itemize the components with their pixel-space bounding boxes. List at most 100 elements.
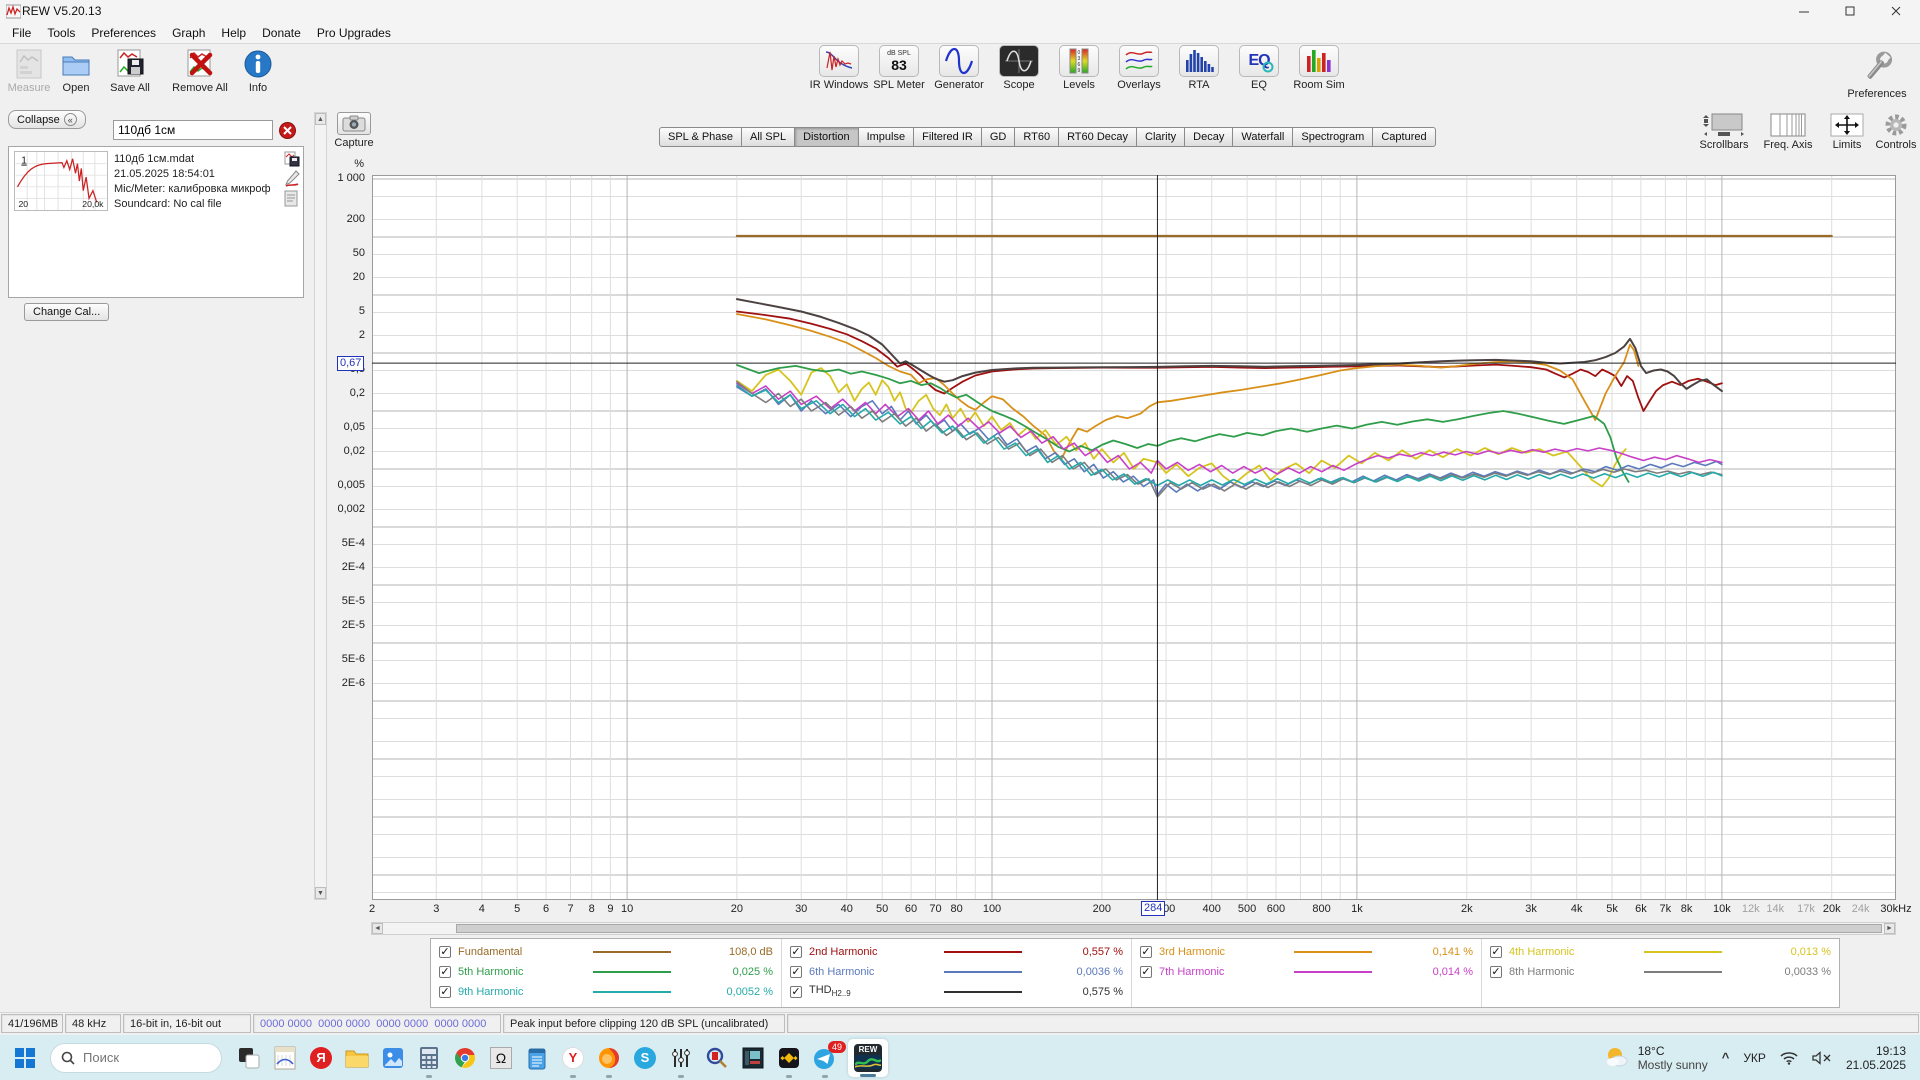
weather-widget[interactable]: 18°C Mostly sunny: [1604, 1044, 1708, 1072]
eq-button[interactable]: EQ EQ: [1230, 45, 1288, 91]
tray-clock[interactable]: 19:13 21.05.2025: [1846, 1044, 1906, 1072]
checkbox-2nd-harmonic[interactable]: ✓: [790, 946, 802, 958]
measurement-name-input[interactable]: [113, 120, 273, 140]
tab-spectrogram[interactable]: Spectrogram: [1292, 127, 1373, 147]
wifi-icon[interactable]: [1780, 1051, 1798, 1065]
tab-captured[interactable]: Captured: [1372, 127, 1435, 147]
tab-all-spl[interactable]: All SPL: [741, 127, 795, 147]
volume-muted-icon[interactable]: [1812, 1051, 1832, 1065]
telegram-icon[interactable]: 49: [812, 1045, 838, 1071]
photos-icon[interactable]: [380, 1045, 406, 1071]
taskbar-search[interactable]: [50, 1043, 222, 1073]
notepad-icon[interactable]: [524, 1045, 550, 1071]
rew-taskbar-button[interactable]: REW: [848, 1039, 888, 1077]
maximize-button[interactable]: [1827, 0, 1873, 22]
calculator-icon[interactable]: [416, 1045, 442, 1071]
rta-button[interactable]: RTA: [1170, 45, 1228, 91]
chrome-icon[interactable]: [452, 1045, 478, 1071]
yandex-browser-icon[interactable]: Y: [560, 1045, 586, 1071]
limits-button[interactable]: Limits: [1821, 113, 1873, 151]
tab-rt60-decay[interactable]: RT60 Decay: [1058, 127, 1137, 147]
edit-pen-icon[interactable]: [284, 170, 300, 188]
key-finder-icon[interactable]: [704, 1045, 730, 1071]
menu-preferences[interactable]: Preferences: [83, 23, 164, 43]
tray-chevron[interactable]: ^: [1722, 1050, 1730, 1065]
scroll-right-arrow[interactable]: ►: [1884, 923, 1895, 934]
spl-meter-button[interactable]: dB SPL 83 SPL Meter: [870, 45, 928, 91]
ir-windows-button[interactable]: IR Windows: [810, 45, 868, 91]
x-tick-label: 20k: [1823, 903, 1841, 915]
preferences-button[interactable]: Preferences: [1842, 50, 1912, 100]
checkbox-9th-harmonic[interactable]: ✓: [439, 986, 451, 998]
menu-donate[interactable]: Donate: [254, 23, 309, 43]
delete-measurement-button[interactable]: [279, 122, 296, 139]
yandex-icon[interactable]: Я: [308, 1045, 334, 1071]
tab-gd[interactable]: GD: [981, 127, 1016, 147]
levels-button[interactable]: 0369 Levels: [1050, 45, 1108, 91]
tab-filtered-ir[interactable]: Filtered IR: [913, 127, 982, 147]
save-measurement-icon[interactable]: [284, 151, 300, 167]
close-button[interactable]: [1873, 0, 1919, 22]
video-editor-icon[interactable]: [740, 1045, 766, 1071]
y-axis-labels: 1 0002005020520,50,20,050,020,0050,0025E…: [300, 175, 368, 900]
task-view-icon[interactable]: [236, 1045, 262, 1071]
checkbox-5th-harmonic[interactable]: ✓: [439, 966, 451, 978]
capture-button[interactable]: Capture: [332, 112, 376, 149]
checkbox-3rd-harmonic[interactable]: ✓: [1140, 946, 1152, 958]
y-tick-label: 0,02: [344, 445, 365, 457]
open-button[interactable]: Open: [54, 48, 98, 94]
tab-clarity[interactable]: Clarity: [1136, 127, 1185, 147]
measurement-row[interactable]: 1 20 20,0k 110дб 1см.mdat 21.05.2025 18:…: [10, 148, 302, 214]
room-sim-button[interactable]: Room Sim: [1290, 45, 1348, 91]
minimize-button[interactable]: [1781, 0, 1827, 22]
notes-icon[interactable]: [284, 190, 299, 207]
tab-distortion[interactable]: Distortion: [794, 127, 858, 147]
checkbox-6th-harmonic[interactable]: ✓: [790, 966, 802, 978]
tray-language[interactable]: УКР: [1743, 1051, 1766, 1065]
checkbox-8th-harmonic[interactable]: ✓: [1490, 966, 1502, 978]
search-input[interactable]: [83, 1050, 193, 1065]
file-explorer-icon[interactable]: [344, 1045, 370, 1071]
menu-file[interactable]: File: [4, 23, 39, 43]
graph-h-scrollbar[interactable]: ◄ ►: [371, 922, 1896, 935]
firefox-icon[interactable]: [596, 1045, 622, 1071]
tab-rt60[interactable]: RT60: [1014, 127, 1059, 147]
tab-impulse[interactable]: Impulse: [858, 127, 915, 147]
save-all-button[interactable]: Save All: [100, 48, 160, 94]
checkbox-thd[interactable]: ✓: [790, 986, 802, 998]
scroll-left-arrow[interactable]: ◄: [372, 923, 383, 934]
tab-spl-phase[interactable]: SPL & Phase: [659, 127, 742, 147]
mixer-icon[interactable]: [668, 1045, 694, 1071]
menu-tools[interactable]: Tools: [39, 23, 83, 43]
collapse-button[interactable]: Collapse «: [8, 110, 86, 129]
checkbox-4th-harmonic[interactable]: ✓: [1490, 946, 1502, 958]
tab-decay[interactable]: Decay: [1184, 127, 1233, 147]
omega-app-icon[interactable]: Ω: [488, 1045, 514, 1071]
menu-graph[interactable]: Graph: [164, 23, 213, 43]
menu-pro-upgrades[interactable]: Pro Upgrades: [309, 23, 399, 43]
tray-date: 21.05.2025: [1846, 1058, 1906, 1072]
controls-button[interactable]: Controls: [1873, 113, 1919, 151]
skype-icon[interactable]: S: [632, 1045, 658, 1071]
info-button[interactable]: Info: [238, 48, 278, 94]
scope-button[interactable]: Scope: [990, 45, 1048, 91]
swatch-3rd: [1294, 951, 1372, 953]
scrollbars-button[interactable]: Scrollbars: [1693, 113, 1755, 151]
scrollbar-thumb[interactable]: [456, 924, 1882, 933]
generator-button[interactable]: Generator: [930, 45, 988, 91]
binance-icon[interactable]: [776, 1045, 802, 1071]
legend-3rd-harmonic: ✓ 3rd Harmonic 0,141 %: [1140, 942, 1473, 961]
checkbox-fundamental[interactable]: ✓: [439, 946, 451, 958]
tab-waterfall[interactable]: Waterfall: [1232, 127, 1293, 147]
change-cal-button[interactable]: Change Cal...: [24, 303, 109, 321]
checkbox-7th-harmonic[interactable]: ✓: [1140, 966, 1152, 978]
menu-help[interactable]: Help: [213, 23, 254, 43]
audio-doc-icon[interactable]: [272, 1045, 298, 1071]
start-button[interactable]: [12, 1045, 38, 1071]
distortion-plot[interactable]: [372, 175, 1896, 900]
scroll-up-arrow[interactable]: ▲: [315, 113, 326, 125]
overlays-button[interactable]: Overlays: [1110, 45, 1168, 91]
x-tick-label: 7: [567, 903, 573, 915]
freq-axis-button[interactable]: Freq. Axis: [1757, 113, 1819, 151]
remove-all-button[interactable]: Remove All: [164, 48, 236, 94]
